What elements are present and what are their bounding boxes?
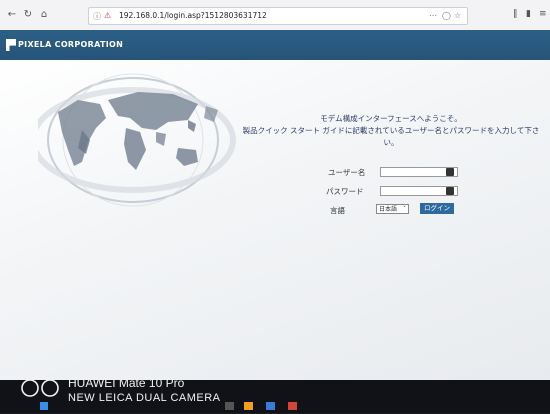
username-label: ユーザー名 [328, 168, 366, 177]
home-icon[interactable]: ⌂ [38, 9, 50, 21]
library-icon[interactable]: ‖ [513, 9, 518, 19]
info-icon[interactable]: ⓘ [93, 11, 101, 22]
bookmark-star-icon[interactable]: ☆ [454, 11, 461, 20]
browser-toolbar: ← ↻ ⌂ ⓘ ⚠ 192.168.0.1/login.asp?15128036… [0, 0, 550, 31]
username-autofill-icon[interactable] [446, 168, 454, 176]
welcome-line-1: モデム構成インターフェースへようこそ。 [320, 114, 462, 123]
lock-warning-icon[interactable]: ⚠ [104, 11, 111, 20]
language-value: 日本語 [379, 206, 398, 213]
language-label: 言語 [330, 206, 345, 215]
brand-name: PIXELA CORPORATION [18, 40, 124, 49]
login-button[interactable]: ログイン [420, 203, 454, 214]
language-select[interactable]: 日本語 ˇ [376, 204, 409, 214]
address-bar[interactable]: ⓘ ⚠ 192.168.0.1/login.asp?1512803631712 … [88, 7, 468, 25]
welcome-message: モデム構成インターフェースへようこそ。 製品クイック スタート ガイドに記載され… [236, 113, 546, 149]
page-header: PIXELA CORPORATION [0, 30, 550, 60]
dual-lens-icon [21, 379, 59, 397]
globe-illustration [38, 73, 236, 207]
sidebar-icon[interactable]: ▮ [526, 9, 531, 19]
password-label: パスワード [326, 187, 364, 196]
menu-icon[interactable]: ≡ [539, 9, 547, 19]
camera-watermark: HUAWEI Mate 10 Pro NEW LEICA DUAL CAMERA [20, 374, 320, 414]
watermark-model: HUAWEI Mate 10 Pro [68, 376, 185, 390]
welcome-line-2: 製品クイック スタート ガイドに記載されているユーザー名とパスワードを入力して下… [242, 126, 540, 147]
back-icon[interactable]: ← [6, 9, 18, 21]
watermark-camera: NEW LEICA DUAL CAMERA [68, 392, 221, 404]
screen: ← ↻ ⌂ ⓘ ⚠ 192.168.0.1/login.asp?15128036… [0, 0, 550, 380]
pocket-icon[interactable]: ◯ [442, 11, 451, 20]
reload-icon[interactable]: ↻ [22, 9, 34, 21]
pixela-logo-icon [6, 39, 16, 51]
password-autofill-icon[interactable] [446, 187, 454, 195]
more-icon[interactable]: ⋯ [429, 11, 437, 20]
chevron-down-icon: ˇ [403, 206, 406, 213]
url-text[interactable]: 192.168.0.1/login.asp?1512803631712 [119, 11, 267, 20]
